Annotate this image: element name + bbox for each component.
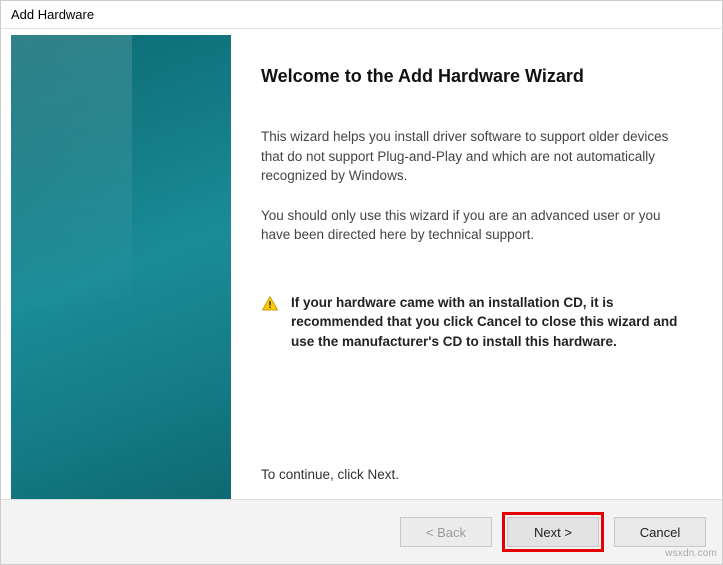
- watermark: wsxdn.com: [665, 548, 717, 559]
- wizard-sidebar-graphic: [11, 35, 231, 499]
- titlebar: Add Hardware: [1, 1, 722, 29]
- window-title: Add Hardware: [11, 7, 94, 22]
- back-button: < Back: [400, 517, 492, 547]
- wizard-heading: Welcome to the Add Hardware Wizard: [261, 63, 692, 89]
- wizard-intro-paragraph-2: You should only use this wizard if you a…: [261, 206, 692, 245]
- content-area: Welcome to the Add Hardware Wizard This …: [1, 29, 722, 499]
- continue-instruction: To continue, click Next.: [261, 435, 692, 489]
- wizard-intro-paragraph-1: This wizard helps you install driver sof…: [261, 127, 692, 186]
- next-button[interactable]: Next >: [507, 517, 599, 547]
- wizard-footer: < Back Next > Cancel: [1, 499, 722, 564]
- cancel-button[interactable]: Cancel: [614, 517, 706, 547]
- main-panel: Welcome to the Add Hardware Wizard This …: [231, 29, 722, 499]
- warning-icon: [261, 295, 279, 313]
- next-button-highlight: Next >: [502, 512, 604, 552]
- warning-box: If your hardware came with an installati…: [261, 293, 692, 352]
- warning-text: If your hardware came with an installati…: [291, 293, 686, 352]
- add-hardware-window: Add Hardware Welcome to the Add Hardware…: [0, 0, 723, 565]
